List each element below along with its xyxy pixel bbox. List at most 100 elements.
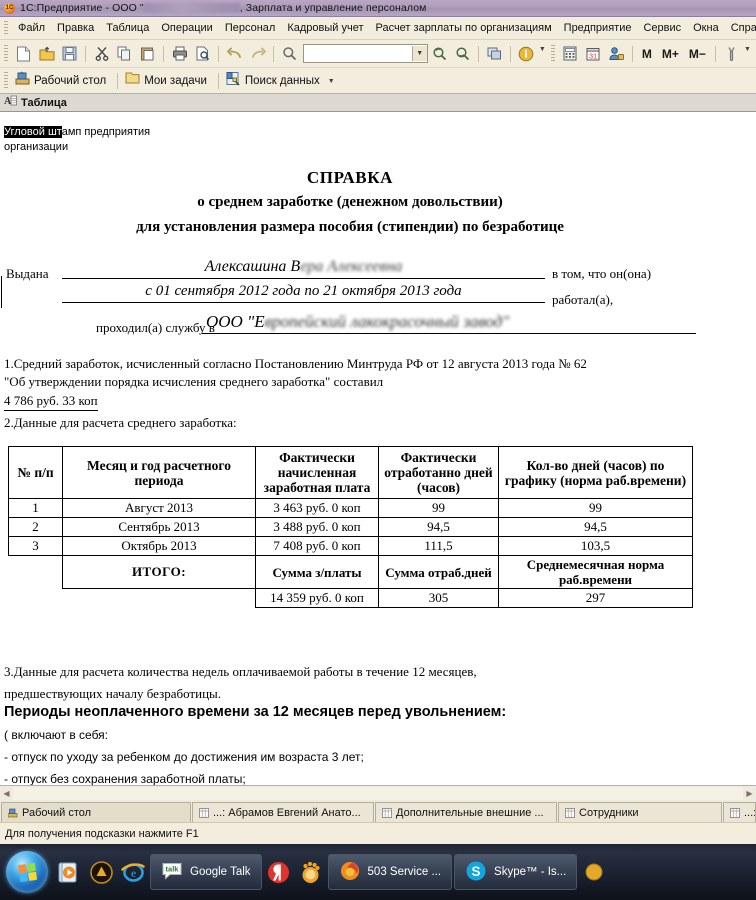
memory-subtract-button[interactable]: M− — [684, 45, 711, 63]
toolbar-separator-8 — [714, 45, 716, 62]
toolbar-desktop-button[interactable]: Рабочий стол — [12, 69, 113, 93]
period-field[interactable]: с 01 сентября 2012 года по 21 октября 20… — [62, 280, 545, 303]
document-subtitle-1: о среднем заработке (денежном довольстви… — [197, 194, 503, 210]
menu-help[interactable]: Спра — [725, 20, 756, 36]
scroll-left-arrow-icon[interactable]: ◀ — [0, 787, 13, 800]
corner-stamp-line2: организации — [4, 141, 69, 153]
toolbar-separator-2 — [163, 45, 165, 62]
window-title-prefix: 1C:Предприятие - ООО " — [20, 2, 144, 14]
menu-table[interactable]: Таблица — [100, 20, 155, 36]
document-canvas[interactable]: Угловой штамп предприятия организации СП… — [0, 124, 756, 785]
windows-icon[interactable] — [484, 42, 505, 65]
find-next-icon[interactable] — [429, 42, 450, 65]
taskbar-item-label: Google Talk — [190, 866, 251, 878]
memory-recall-button[interactable]: M — [637, 45, 657, 63]
cell-norm: 99 — [498, 498, 693, 518]
window-tab-aleks[interactable]: ...: Алекс — [723, 802, 756, 822]
new-document-icon[interactable] — [13, 42, 34, 65]
includes-label: ( включают в себя: — [4, 728, 109, 742]
cell-norm: 94,5 — [498, 517, 693, 537]
info-icon[interactable] — [516, 42, 537, 65]
info-dropdown-caret-icon[interactable]: ▼ — [539, 46, 546, 53]
paragraph-3-line-1: 3.Данные для расчета количества недель о… — [4, 664, 477, 679]
document-tab-header: A Таблица — [0, 94, 756, 112]
organization-field[interactable]: ООО "Европейский лакокрасочный завод" — [202, 310, 696, 334]
yandex-browser-icon[interactable] — [264, 857, 294, 887]
user-accounts-icon[interactable] — [606, 42, 627, 65]
menubar-grip[interactable] — [4, 20, 8, 36]
table-row[interactable]: 2 Сентябрь 2013 3 488 руб. 0 коп 94,5 94… — [8, 517, 693, 537]
chevron-down-icon[interactable]: ▼ — [411, 46, 427, 61]
calculator-icon[interactable] — [560, 42, 581, 65]
total-header-days: Сумма отраб.дней — [378, 555, 499, 589]
toolbar-overflow-caret-icon[interactable]: ▼ — [744, 46, 751, 53]
taskbar-item-label: 503 Service ... — [367, 866, 442, 878]
table-row[interactable]: 3 Октябрь 2013 7 408 руб. 0 коп 111,5 10… — [8, 536, 693, 556]
svg-text:S: S — [472, 864, 481, 879]
window-title-suffix: , Зарплата и управление персоналом — [239, 2, 427, 14]
window-tab-abramov[interactable]: ...: Абрамов Евгений Анато... — [192, 802, 374, 822]
aimp-icon[interactable] — [86, 857, 116, 887]
start-button[interactable] — [6, 851, 48, 893]
gnome-icon[interactable] — [296, 857, 326, 887]
settings-wrench-icon[interactable] — [721, 42, 742, 65]
svg-text:31: 31 — [589, 51, 597, 60]
scroll-right-arrow-icon[interactable]: ▶ — [743, 787, 756, 800]
open-folder-icon[interactable] — [36, 42, 57, 65]
paste-icon[interactable] — [137, 42, 158, 65]
menu-edit[interactable]: Правка — [51, 20, 100, 36]
memory-add-button[interactable]: M+ — [657, 45, 684, 63]
toolbar-grip-2[interactable] — [550, 45, 555, 62]
menu-windows[interactable]: Окна — [687, 20, 725, 36]
menu-file[interactable]: Файл — [12, 20, 51, 36]
menu-personnel[interactable]: Персонал — [219, 20, 282, 36]
internet-explorer-icon[interactable]: e — [118, 857, 148, 887]
table-row[interactable]: 1 Август 2013 3 463 руб. 0 коп 99 99 — [8, 498, 693, 518]
window-title-masked — [143, 3, 240, 12]
taskbar-item-firefox[interactable]: 503 Service ... — [327, 854, 453, 890]
menu-service[interactable]: Сервис — [637, 20, 687, 36]
person-name-field[interactable]: Алексашина Вера Алексеевна — [62, 256, 545, 279]
toolbar-separator-4 — [273, 45, 275, 62]
window-tab-label: ...: Абрамов Евгений Анато... — [213, 806, 361, 819]
cell-month: Сентябрь 2013 — [62, 517, 256, 537]
menu-payroll-calc[interactable]: Расчет зарплаты по организациям — [369, 20, 557, 36]
taskbar-item-google-talk[interactable]: talk Google Talk — [150, 854, 262, 890]
window-tab-desktop[interactable]: Рабочий стол — [1, 802, 191, 822]
nav-overflow-caret-icon[interactable]: ▼ — [328, 78, 335, 85]
toolbar-mytasks-button[interactable]: Мои задачи — [122, 69, 214, 92]
print-preview-icon[interactable] — [192, 42, 213, 65]
search-input[interactable]: ▼ — [303, 44, 428, 63]
toolbar-separator-3 — [218, 45, 220, 62]
navigation-toolbar-grip[interactable] — [4, 72, 8, 89]
cell-norm: 103,5 — [498, 536, 693, 556]
menu-hr-accounting[interactable]: Кадровый учет — [281, 20, 369, 36]
window-tabstrip: Рабочий стол ...: Абрамов Евгений Анато.… — [0, 801, 756, 823]
window-tab-external[interactable]: Дополнительные внешние ... — [375, 802, 557, 822]
copy-icon[interactable] — [114, 42, 135, 65]
toolbar-grip[interactable] — [4, 45, 8, 62]
table-total-header-row: ИТОГО: Сумма з/платы Сумма отраб.дней Ср… — [9, 555, 693, 589]
tray-overflow-icon[interactable] — [579, 857, 609, 887]
toolbar-searchdata-button[interactable]: Поиск данных — [223, 69, 327, 93]
issued-note-2: работал(а), — [552, 292, 614, 307]
desktop-icon — [7, 808, 18, 818]
print-icon[interactable] — [169, 42, 190, 65]
scrollbar-track[interactable] — [13, 787, 743, 800]
redo-icon[interactable] — [247, 42, 268, 65]
horizontal-scrollbar[interactable]: ◀ ▶ — [0, 785, 756, 802]
search-icon[interactable] — [279, 42, 300, 65]
toolbar-separator-1 — [85, 45, 87, 62]
undo-icon[interactable] — [224, 42, 245, 65]
find-prev-icon[interactable] — [452, 42, 473, 65]
taskbar-item-skype[interactable]: S Skype™ - Is... — [454, 854, 578, 890]
menu-operations[interactable]: Операции — [155, 20, 218, 36]
cut-icon[interactable] — [91, 42, 112, 65]
menu-enterprise[interactable]: Предприятие — [558, 20, 638, 36]
calendar-icon[interactable]: 31 — [583, 42, 604, 65]
window-tab-employees[interactable]: Сотрудники — [558, 802, 722, 822]
menubar: Файл Правка Таблица Операции Персонал Ка… — [0, 17, 756, 40]
windows-media-player-icon[interactable] — [54, 857, 84, 887]
save-icon[interactable] — [59, 42, 80, 65]
person-name-visible: Алексашина В — [204, 258, 301, 275]
